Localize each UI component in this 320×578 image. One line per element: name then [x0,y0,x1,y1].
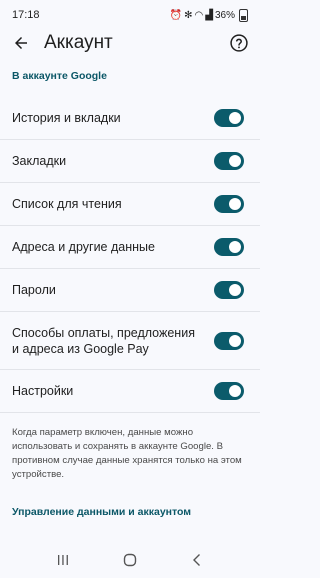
setting-label: Список для чтения [12,197,122,211]
setting-label: Пароли [12,283,56,297]
setting-row-payments[interactable]: Способы оплаты, предложения и адреса из … [0,312,260,370]
toggle-knob [229,112,241,124]
setting-row-settings[interactable]: Настройки [0,370,260,413]
home-icon [123,553,137,567]
back-button[interactable] [8,30,34,56]
battery-icon [239,8,248,22]
section-header: В аккаунте Google [12,70,107,82]
setting-label: Закладки [12,154,67,168]
back-icon [192,554,200,566]
system-nav-bar [0,542,260,578]
app-bar: Аккаунт [0,26,260,60]
battery-percent: 36% [214,9,235,21]
arrow-back-icon [15,37,27,49]
setting-label: Адреса и другие данные [12,240,155,254]
setting-label: Способы оплаты, предложения и адреса из … [12,325,195,356]
setting-label: Настройки [12,384,74,398]
help-button[interactable] [226,30,252,56]
payments-toggle[interactable] [214,331,244,350]
status-time: 17:18 [12,9,40,21]
status-icons: ⏰ ✻ ◠ ▟ 36% [169,8,248,22]
alarm-icon: ⏰ [169,9,183,21]
bookmarks-toggle[interactable] [214,152,244,170]
toggle-knob [229,284,241,296]
bluetooth-icon: ✻ [184,9,193,21]
sync-note: Когда параметр включен, данные можно исп… [12,427,242,480]
setting-row-passwords[interactable]: Пароли [0,269,260,312]
setting-row-reading-list[interactable]: Список для чтения [0,183,260,226]
recents-button[interactable] [48,545,78,575]
setting-label: История и вкладки [12,111,121,125]
home-button[interactable] [115,545,145,575]
recents-icon [58,555,69,565]
addresses-toggle[interactable] [214,238,244,256]
manage-account-link[interactable]: Управление данными и аккаунтом [12,506,191,518]
setting-row-history[interactable]: История и вкладки [0,97,260,140]
passwords-toggle[interactable] [214,281,244,299]
settings-toggle[interactable] [214,382,244,400]
toggle-knob [229,198,241,210]
setting-row-addresses[interactable]: Адреса и другие данные [0,226,260,269]
wifi-icon: ◠ [194,9,204,21]
toggle-knob [229,334,241,347]
toggle-knob [229,385,241,397]
signal-icon: ▟ [205,9,213,21]
reading-list-toggle[interactable] [214,195,244,213]
help-icon [230,34,248,52]
system-back-button[interactable] [182,545,212,575]
toggle-knob [229,241,241,253]
page-title: Аккаунт [44,32,113,53]
toggle-knob [229,155,241,167]
setting-row-bookmarks[interactable]: Закладки [0,140,260,183]
history-toggle[interactable] [214,109,244,127]
